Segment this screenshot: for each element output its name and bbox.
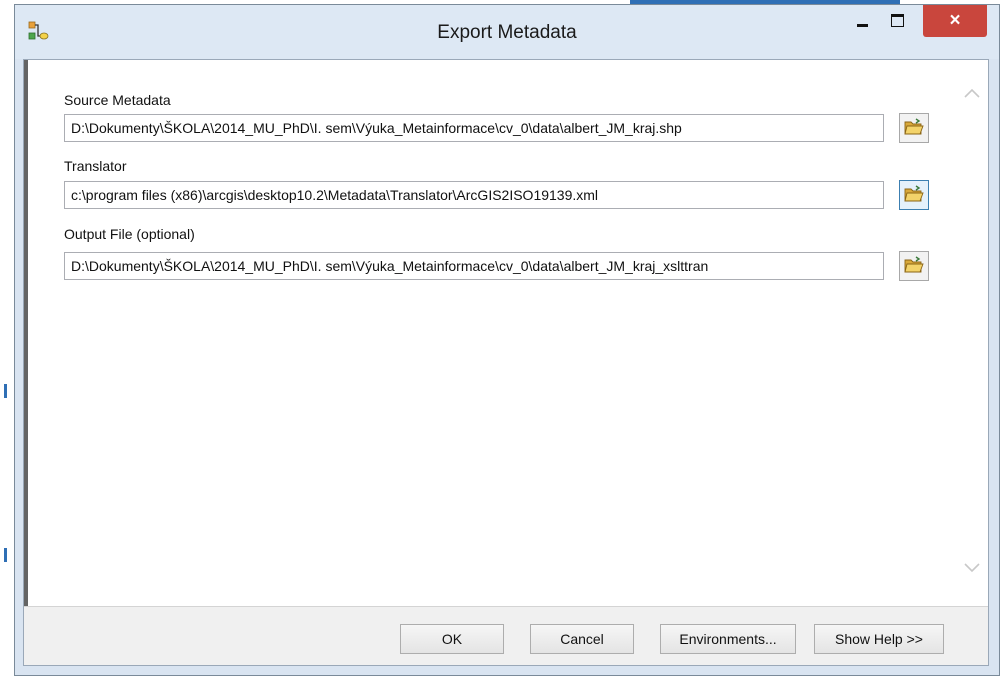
environments-button[interactable]: Environments... (660, 624, 796, 654)
background-edge-mark (4, 384, 7, 398)
minimize-button[interactable] (847, 5, 877, 35)
scroll-down-icon[interactable] (962, 561, 982, 575)
show-help-button[interactable]: Show Help >> (814, 624, 944, 654)
close-icon: × (949, 10, 961, 31)
source-metadata-label: Source Metadata (64, 92, 171, 108)
maximize-button[interactable] (877, 5, 917, 35)
maximize-icon (890, 13, 904, 27)
title-bar[interactable]: Export Metadata × (15, 5, 999, 59)
ok-button[interactable]: OK (400, 624, 504, 654)
dialog-client-area: Source Metadata Translator (23, 59, 989, 666)
export-metadata-dialog: Export Metadata × Source Metadata D:\Dok… (14, 4, 1000, 676)
output-file-label: Output File (optional) (64, 226, 195, 242)
open-folder-icon (904, 117, 924, 139)
cancel-button[interactable]: Cancel (530, 624, 634, 654)
translator-input[interactable] (64, 181, 884, 209)
output-file-input[interactable] (64, 252, 884, 280)
source-metadata-input[interactable] (64, 114, 884, 142)
translator-label: Translator (64, 158, 127, 174)
background-edge-mark (4, 548, 7, 562)
parameters-panel[interactable]: Source Metadata Translator (24, 60, 988, 606)
open-folder-icon (904, 184, 924, 206)
output-file-browse-button[interactable] (899, 251, 929, 281)
minimize-icon (856, 23, 868, 27)
scroll-up-icon[interactable] (962, 86, 982, 100)
translator-browse-button[interactable] (899, 180, 929, 210)
dialog-footer: OK Cancel Environments... Show Help >> (24, 606, 988, 665)
open-folder-icon (904, 255, 924, 277)
close-button[interactable]: × (923, 5, 987, 37)
source-metadata-browse-button[interactable] (899, 113, 929, 143)
